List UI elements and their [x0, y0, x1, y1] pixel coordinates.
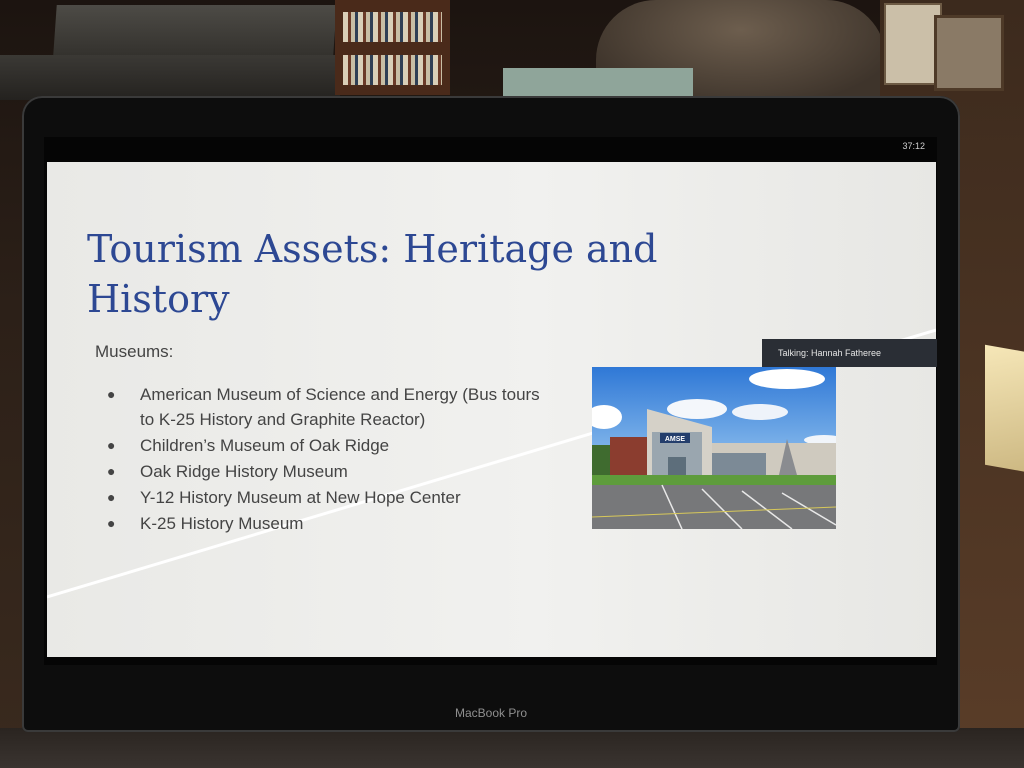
laptop-screen: 37:12 Tourism Assets: Heritage and Histo…	[44, 137, 937, 665]
green-card	[503, 68, 693, 98]
bullet-icon: ●	[107, 515, 116, 531]
list-item: ● K-25 History Museum	[107, 511, 547, 536]
books-row	[343, 55, 442, 85]
museum-list: ● American Museum of Science and Energy …	[107, 382, 547, 537]
bullet-icon: ●	[107, 437, 116, 453]
museum-photo: AMSE	[592, 367, 836, 529]
picture-frame	[934, 15, 1004, 91]
speaker-banner: Talking: Hannah Fatheree	[762, 339, 937, 367]
list-item: ● American Museum of Science and Energy …	[107, 382, 547, 432]
laptop-brand-label: MacBook Pro	[454, 706, 528, 720]
list-item: ● Y-12 History Museum at New Hope Center	[107, 485, 547, 510]
binders	[53, 5, 337, 55]
list-item-text: Y-12 History Museum at New Hope Center	[140, 488, 461, 507]
books-row	[343, 12, 442, 42]
lamp	[985, 344, 1024, 476]
section-label: Museums:	[95, 342, 174, 361]
desk	[0, 728, 1024, 768]
list-item-text: Children’s Museum of Oak Ridge	[140, 436, 390, 455]
paper-stack	[0, 55, 340, 100]
list-item: ● Children’s Museum of Oak Ridge	[107, 433, 547, 458]
museum-building-image: AMSE	[592, 367, 836, 529]
list-item-text: Oak Ridge History Museum	[140, 462, 348, 481]
bookshelf	[335, 0, 450, 95]
bullet-icon: ●	[107, 463, 116, 479]
bullet-icon: ●	[107, 489, 116, 505]
museum-sign: AMSE	[665, 436, 686, 443]
meeting-timer: 37:12	[902, 141, 925, 151]
list-item-text: American Museum of Science and Energy (B…	[140, 385, 540, 429]
list-item-text: K-25 History Museum	[140, 514, 304, 533]
list-item: ● Oak Ridge History Museum	[107, 459, 547, 484]
bullet-icon: ●	[107, 386, 116, 402]
slide-title: Tourism Assets: Heritage and History	[87, 227, 658, 321]
presentation-slide: Tourism Assets: Heritage and History Mus…	[47, 162, 936, 657]
